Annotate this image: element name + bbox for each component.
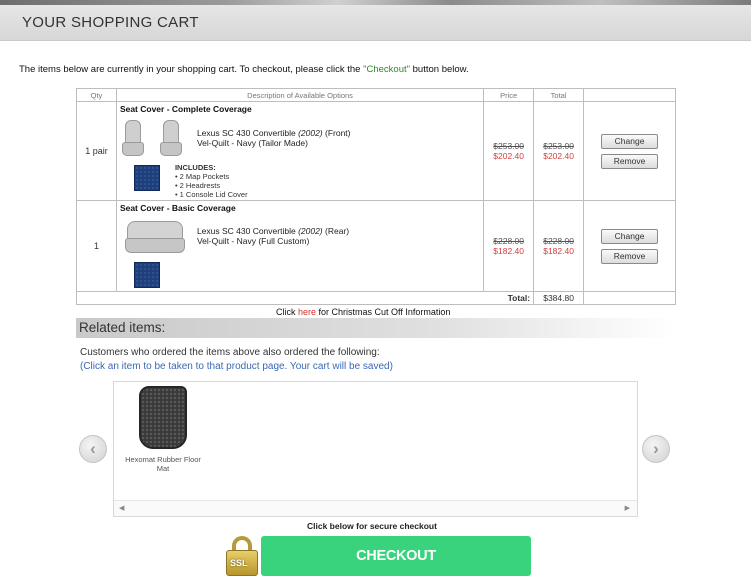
- total-discounted: $182.40: [543, 246, 574, 256]
- cart-intro-text: The items below are currently in your sh…: [19, 64, 469, 75]
- related-items-header: Related items:: [76, 318, 676, 338]
- total-row-spacer: [583, 291, 676, 305]
- include-item: • 2 Map Pockets: [174, 172, 230, 181]
- carousel-scrollbar[interactable]: ◀ ▶: [114, 500, 637, 516]
- col-description: Description of Available Options: [115, 88, 485, 102]
- col-qty: Qty: [76, 88, 117, 102]
- related-title: Related items:: [79, 320, 166, 335]
- vehicle-position: (Front): [322, 128, 351, 138]
- page-header: YOUR SHOPPING CART: [0, 5, 751, 41]
- related-items-carousel: ◀ ▶: [113, 381, 638, 517]
- seat-image-icon[interactable]: [121, 120, 144, 158]
- cart-table: Qty Description of Available Options Pri…: [75, 88, 676, 305]
- intro-checkout-word: "Checkout": [363, 64, 410, 75]
- total-row: Total: $384.80: [75, 291, 676, 305]
- vehicle-text: Lexus SC 430 Convertible: [196, 128, 299, 138]
- intro-after: button below.: [410, 64, 469, 75]
- chevron-right-icon[interactable]: ›: [642, 435, 670, 463]
- scroll-left-arrow-icon[interactable]: ◀: [119, 504, 124, 512]
- item-total: $228.00 $182.40: [533, 200, 585, 292]
- related-item-image[interactable]: [138, 386, 188, 450]
- intro-before: The items below are currently in your sh…: [19, 64, 364, 75]
- price-discounted: $202.40: [493, 151, 524, 161]
- col-total: Total: [533, 88, 585, 102]
- item-description: Seat Cover - Basic Coverage Lexus SC 430…: [115, 200, 485, 292]
- table-row: 1 Seat Cover - Basic Coverage Lexus SC 4…: [76, 200, 676, 292]
- col-actions: [583, 88, 676, 102]
- table-row: 1 pair Seat Cover - Complete Coverage Le…: [76, 101, 676, 201]
- related-hint: (Click an item to be taken to that produ…: [80, 361, 393, 372]
- price-discounted: $182.40: [493, 246, 524, 256]
- related-item-name[interactable]: Hexomat Rubber Floor Mat: [119, 455, 207, 473]
- checkout-button[interactable]: CHECKOUT: [261, 536, 531, 576]
- item-qty: 1: [76, 200, 117, 292]
- item-total: $253.00 $202.40: [533, 101, 585, 201]
- item-actions: Change Remove: [583, 101, 676, 201]
- fabric-swatch[interactable]: [133, 165, 160, 191]
- item-vehicle: Lexus SC 430 Convertible (2002) (Front) V…: [197, 128, 351, 148]
- cart-total-value: $384.80: [533, 291, 585, 305]
- total-original: $253.00: [543, 141, 574, 151]
- christmas-before: Click: [276, 307, 298, 317]
- seat-image-icon[interactable]: [159, 120, 182, 158]
- item-includes: INCLUDES: • 2 Map Pockets • 2 Headrests …: [175, 163, 248, 199]
- col-price: Price: [483, 88, 535, 102]
- page-title: YOUR SHOPPING CART: [22, 14, 199, 31]
- include-item: • 1 Console Lid Cover: [174, 190, 248, 199]
- bench-seat-image-icon[interactable]: [124, 221, 185, 255]
- price-original: $253.00: [493, 141, 524, 151]
- item-material: Vel-Quilt - Navy (Full Custom): [196, 236, 310, 246]
- vehicle-text: Lexus SC 430 Convertible: [196, 226, 299, 236]
- item-price: $253.00 $202.40: [483, 101, 535, 201]
- remove-button[interactable]: Remove: [601, 153, 659, 169]
- fabric-swatch[interactable]: [133, 262, 160, 288]
- item-title: Seat Cover - Basic Coverage: [119, 203, 236, 213]
- change-button[interactable]: Change: [601, 133, 659, 149]
- item-qty: 1 pair: [76, 101, 117, 201]
- item-title: Seat Cover - Complete Coverage: [119, 104, 252, 114]
- item-description: Seat Cover - Complete Coverage Lexus SC …: [115, 101, 485, 201]
- item-actions: Change Remove: [583, 200, 676, 292]
- total-discounted: $202.40: [543, 151, 574, 161]
- change-button[interactable]: Change: [601, 228, 659, 244]
- ssl-lock-icon: SSL: [226, 536, 258, 576]
- total-original: $228.00: [543, 236, 574, 246]
- ssl-label: SSL: [230, 558, 248, 568]
- christmas-cutoff-notice: Click here for Christmas Cut Off Informa…: [276, 307, 450, 317]
- include-item: • 2 Headrests: [174, 181, 221, 190]
- item-vehicle: Lexus SC 430 Convertible (2002) (Rear) Ve…: [197, 226, 349, 246]
- christmas-link[interactable]: here: [298, 307, 316, 317]
- chevron-left-icon[interactable]: ‹: [79, 435, 107, 463]
- vehicle-position: (Rear): [322, 226, 350, 236]
- cart-table-header: Qty Description of Available Options Pri…: [76, 88, 676, 102]
- includes-label: INCLUDES:: [174, 163, 216, 172]
- related-subtitle: Customers who ordered the items above al…: [80, 347, 380, 358]
- price-original: $228.00: [493, 236, 524, 246]
- item-price: $228.00 $182.40: [483, 200, 535, 292]
- remove-button[interactable]: Remove: [601, 248, 659, 264]
- secure-checkout-prompt: Click below for secure checkout: [307, 521, 437, 531]
- item-material: Vel-Quilt - Navy (Tailor Made): [196, 138, 308, 148]
- vehicle-year: (2002): [298, 128, 323, 138]
- christmas-after: for Christmas Cut Off Information: [316, 307, 451, 317]
- scroll-right-arrow-icon[interactable]: ▶: [625, 504, 630, 512]
- vehicle-year: (2002): [298, 226, 323, 236]
- total-label: Total:: [75, 291, 534, 305]
